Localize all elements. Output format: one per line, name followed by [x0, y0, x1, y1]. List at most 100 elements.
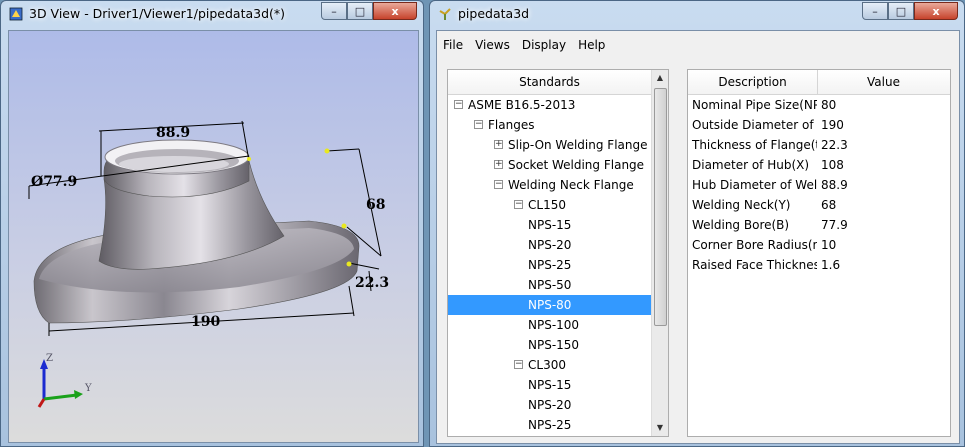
tree-item-label: NPS-25: [528, 418, 572, 432]
tree-item-label: NPS-50: [528, 278, 572, 292]
properties-table: Description Value Nominal Pipe Size(NPS 8…: [687, 69, 951, 437]
tree-item-label: NPS-100: [528, 318, 580, 332]
table-row[interactable]: Corner Bore Radius(r) 10: [688, 235, 950, 255]
table-row[interactable]: Outside Diameter of Fla 190: [688, 115, 950, 135]
scroll-thumb[interactable]: [654, 88, 667, 326]
tree-item-label: CL300: [528, 358, 566, 372]
flange-model: 88.9 Ø77.9 68 22.3 190 Z Y: [28, 120, 389, 408]
close-button[interactable]: x: [914, 2, 958, 20]
axis-y-label: Y: [84, 383, 92, 394]
collapse-icon[interactable]: −: [514, 360, 523, 369]
tree-item[interactable]: NPS-25: [448, 255, 651, 275]
tree-item-label: ASME B16.5-2013: [468, 98, 576, 112]
table-row[interactable]: Hub Diameter of Weldi 88.9: [688, 175, 950, 195]
property-description: Diameter of Hub(X): [692, 158, 810, 172]
tree-item-label: NPS-20: [528, 238, 572, 252]
property-value: 77.9: [821, 218, 848, 232]
tree-item[interactable]: + Slip-On Welding Flange: [448, 135, 651, 155]
tree-item[interactable]: NPS-150: [448, 335, 651, 355]
maximize-button[interactable]: □: [347, 2, 373, 20]
property-description: Corner Bore Radius(r): [692, 238, 817, 252]
tree-item[interactable]: − Welding Neck Flange: [448, 175, 651, 195]
minimize-button[interactable]: –: [321, 2, 347, 20]
dim-hub-diameter: 88.9: [156, 125, 190, 141]
pipedata-window: pipedata3d – □ x File Views Display Help…: [429, 0, 965, 447]
tree-item-label: Slip-On Welding Flange: [508, 138, 648, 152]
viewer-window: 3D View - Driver1/Viewer1/pipedata3d(*) …: [0, 0, 424, 447]
tree-item-label: NPS-15: [528, 378, 572, 392]
tree-item[interactable]: NPS-25: [448, 415, 651, 435]
dim-neck: 68: [366, 197, 385, 213]
property-value: 22.3: [821, 138, 848, 152]
menu-views[interactable]: Views: [475, 38, 510, 52]
property-value: 108: [821, 158, 844, 172]
tree-item-label: Flanges: [488, 118, 535, 132]
expand-icon[interactable]: +: [494, 140, 503, 149]
tree-item[interactable]: − ASME B16.5-2013: [448, 95, 651, 115]
tree-item-label: Socket Welding Flange: [508, 158, 645, 172]
tree-item[interactable]: − CL150: [448, 195, 651, 215]
table-row[interactable]: Raised Face Thickness(1.6: [688, 255, 950, 275]
expand-icon[interactable]: +: [494, 160, 503, 169]
property-description: Nominal Pipe Size(NPS: [692, 98, 817, 112]
viewer-titlebar[interactable]: 3D View - Driver1/Viewer1/pipedata3d(*) …: [1, 1, 423, 27]
tree-item[interactable]: NPS-20: [448, 235, 651, 255]
menu-display[interactable]: Display: [522, 38, 566, 52]
property-value: 1.6: [821, 258, 841, 272]
tree-item-label: NPS-25: [528, 258, 572, 272]
tree-item[interactable]: NPS-15: [448, 375, 651, 395]
tree-item-label: NPS-80: [528, 298, 572, 312]
pipedata-client: File Views Display Help Standards − ASME …: [436, 30, 960, 444]
collapse-icon[interactable]: −: [494, 180, 503, 189]
table-row[interactable]: Thickness of Flange(tf) 22.3: [688, 135, 950, 155]
property-value: 190: [821, 118, 844, 132]
property-value: 10: [821, 238, 837, 252]
menu-help[interactable]: Help: [578, 38, 605, 52]
close-button[interactable]: x: [373, 2, 417, 20]
property-description: Thickness of Flange(tf): [692, 138, 817, 152]
table-row[interactable]: Welding Bore(B) 77.9: [688, 215, 950, 235]
tree-item-label: Welding Neck Flange: [508, 178, 634, 192]
dim-flange-thickness: 22.3: [355, 275, 389, 291]
pipe-app-icon: [439, 8, 451, 20]
tree-body: − ASME B16.5-2013− Flanges + Slip-On Welding…: [448, 95, 651, 435]
table-row[interactable]: Nominal Pipe Size(NPS 80: [688, 95, 950, 115]
column-description[interactable]: Description: [688, 70, 818, 94]
property-description: Welding Bore(B): [692, 218, 790, 232]
pipedata-title: pipedata3d: [458, 6, 530, 21]
tree-item[interactable]: − Flanges: [448, 115, 651, 135]
collapse-icon[interactable]: −: [514, 200, 523, 209]
collapse-icon[interactable]: −: [454, 100, 463, 109]
tree-item[interactable]: NPS-15: [448, 215, 651, 235]
tree-header[interactable]: Standards: [448, 70, 651, 95]
scroll-up-icon[interactable]: ▲: [652, 70, 668, 86]
collapse-icon[interactable]: −: [474, 120, 483, 129]
property-value: 68: [821, 198, 837, 212]
tree-item[interactable]: NPS-80: [448, 295, 651, 315]
table-row[interactable]: Welding Neck(Y) 68: [688, 195, 950, 215]
column-value[interactable]: Value: [818, 70, 949, 94]
tree-scrollbar[interactable]: ▲ ▼: [651, 70, 668, 436]
tree-item-label: NPS-20: [528, 398, 572, 412]
table-body: Nominal Pipe Size(NPS 80 Outside Diameter …: [688, 95, 950, 275]
tree-item[interactable]: NPS-20: [448, 395, 651, 415]
property-value: 88.9: [821, 178, 848, 192]
viewer-title: 3D View - Driver1/Viewer1/pipedata3d(*): [29, 6, 286, 21]
menu-bar: File Views Display Help: [437, 31, 959, 59]
standards-tree[interactable]: Standards − ASME B16.5-2013− Flanges + Slip-…: [447, 69, 669, 437]
scroll-down-icon[interactable]: ▼: [652, 420, 668, 436]
3d-viewport[interactable]: 88.9 Ø77.9 68 22.3 190 Z Y: [8, 30, 419, 443]
dim-bore: Ø77.9: [31, 174, 77, 190]
minimize-button[interactable]: –: [862, 2, 888, 20]
tree-item[interactable]: + Socket Welding Flange: [448, 155, 651, 175]
tree-item[interactable]: − CL300: [448, 355, 651, 375]
maximize-button[interactable]: □: [888, 2, 914, 20]
property-description: Welding Neck(Y): [692, 198, 791, 212]
pipedata-titlebar[interactable]: pipedata3d – □ x: [430, 1, 964, 27]
app-icon: [9, 7, 23, 21]
table-row[interactable]: Diameter of Hub(X) 108: [688, 155, 950, 175]
menu-file[interactable]: File: [443, 38, 463, 52]
tree-item[interactable]: NPS-50: [448, 275, 651, 295]
tree-item[interactable]: NPS-100: [448, 315, 651, 335]
tree-item-label: NPS-15: [528, 218, 572, 232]
